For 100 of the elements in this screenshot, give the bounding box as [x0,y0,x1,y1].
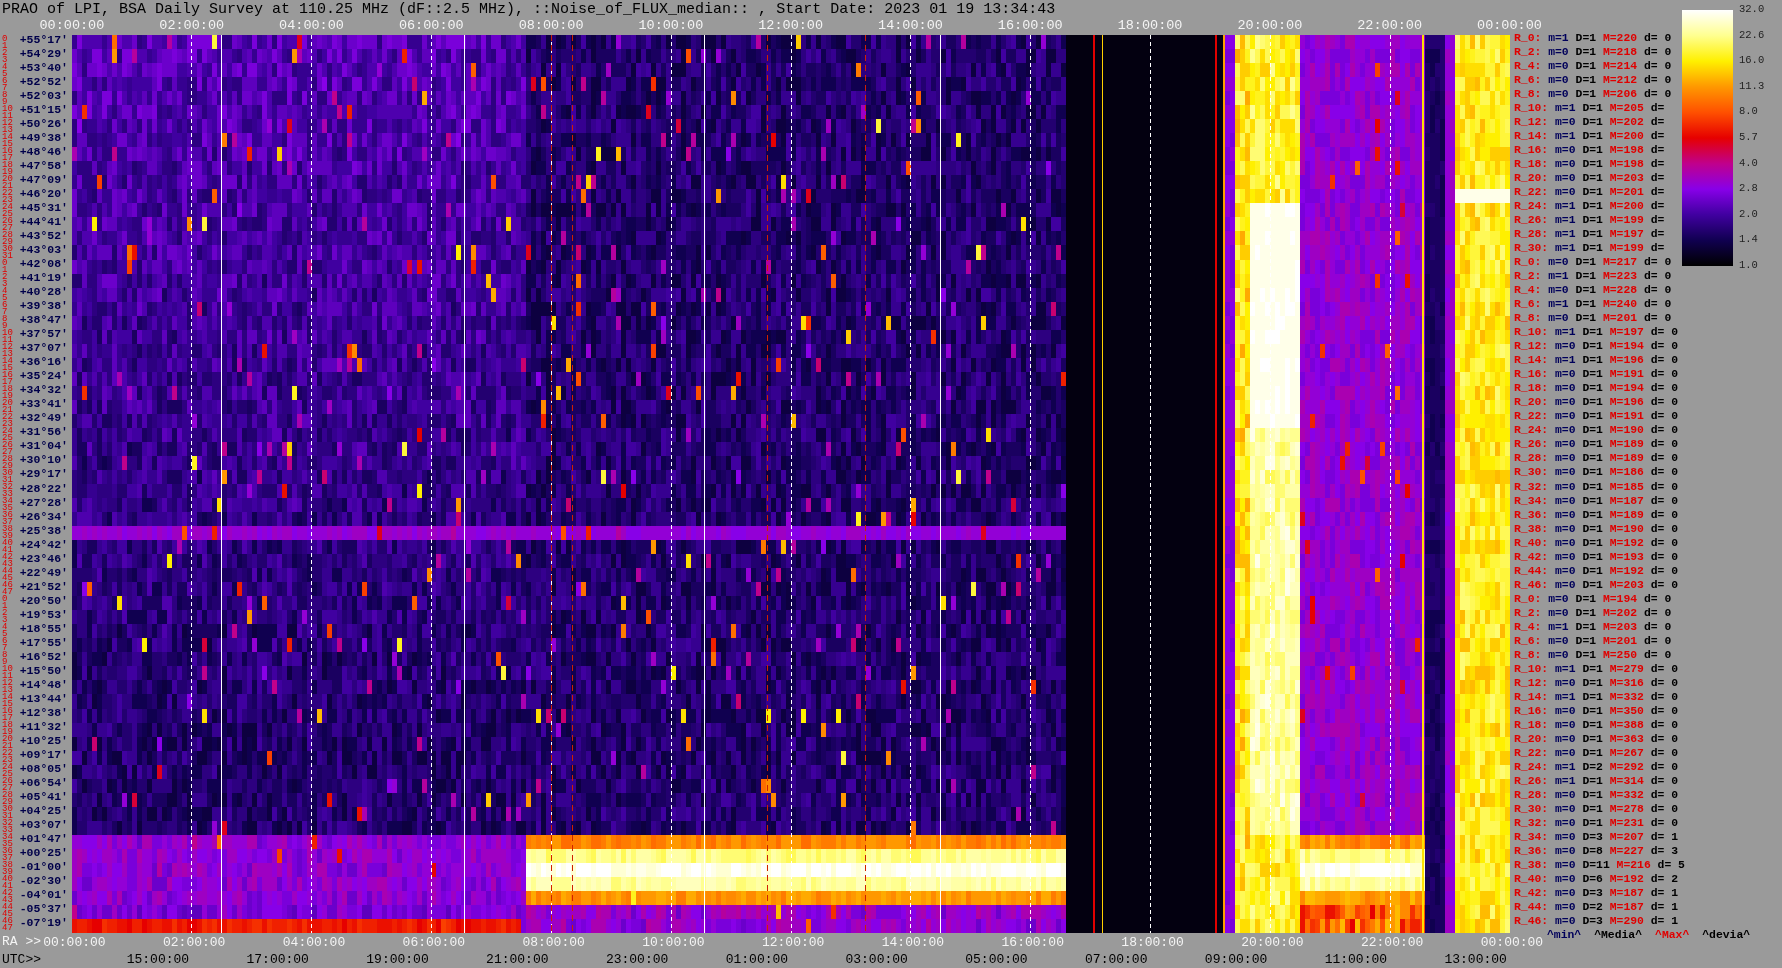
beam-number-label: 41 [1,881,13,888]
beam-number-label: 11 [1,335,13,342]
declination-label: +34°32' [19,383,68,397]
declination-label: +28°22' [19,481,68,495]
beam-number-label: 34 [1,832,13,839]
beam-stats-text: R_24: m=0 D=1 M=190 d= 0 [1514,424,1679,438]
utc-time-label: 17:00:00 [246,952,309,968]
color-scale-tick-label: 8.0 [1739,105,1759,118]
declination-label: +40°28' [19,285,68,299]
declination-label: +14°48' [19,677,68,691]
declination-label: +48°46' [19,144,68,158]
ra-time-label: 04:00:00 [279,18,344,33]
declination-label: +08°05' [19,762,68,776]
utc-time-label: 03:00:00 [845,952,908,968]
utc-time-label: 05:00:00 [965,952,1028,968]
ra-time-label: 08:00:00 [518,18,584,33]
beam-stats-text: R_20: m=0 D=1 M=203 d= [1514,171,1665,185]
stats-legend-label: ^Max^ [1655,929,1690,941]
beam-stats-text: R_24: m=1 D=1 M=200 d= [1514,199,1665,213]
declination-label: +36°16' [19,355,68,369]
declination-label: -04°01' [19,888,68,902]
beam-number-label: 5 [1,629,8,636]
beam-number-label: 12 [1,118,13,125]
beam-stats-text: R_16: m=0 D=1 M=191 d= 0 [1514,368,1679,382]
declination-label: +37°07' [19,341,68,355]
beam-number-label: 3 [1,279,8,286]
beam-number-label: 24 [1,762,13,769]
beam-number-label: 33 [1,825,13,832]
declination-label: +41°19' [19,271,68,285]
beam-stats-text: R_4: m=1 D=1 M=203 d= 0 [1514,620,1672,634]
beam-number-label: 6 [1,300,8,307]
beam-number-label: 12 [1,342,13,349]
color-scale-tick-label: 2.8 [1739,182,1759,195]
plot-title: PRAO of LPI, BSA Daily Survey at 110.25 MHz (dF::2.5 MHz), ::Noise_of_FLUX_median:: , Start Date: 2023 01 19 13:34:43 [1,1,1056,19]
declination-label: +42°08' [19,257,68,270]
beam-stats-text: R_46: m=0 D=3 M=290 d= 1 [1514,915,1679,929]
beam-number-label: 15 [1,699,13,706]
beam-stats-text: R_46: m=0 D=1 M=203 d= 0 [1514,578,1679,592]
ra-time-label: 08:00:00 [522,934,585,950]
beam-number-label: 18 [1,160,13,167]
ra-time-label: 06:00:00 [402,934,465,950]
beam-stats-text: R_6: m=1 D=1 M=240 d= 0 [1514,298,1672,312]
utc-time-label: 01:00:00 [725,952,789,968]
declination-label: +54°29' [19,46,68,60]
beam-number-label: 22 [1,412,13,419]
beam-stats-text: R_2: m=1 D=1 M=223 d= 0 [1514,270,1672,284]
declination-label: +30°10' [19,453,68,467]
beam-number-label: 27 [1,223,13,230]
beam-stats-text: R_30: m=0 D=1 M=278 d= 0 [1514,803,1679,817]
beam-stats-text: R_10: m=1 D=1 M=197 d= 0 [1514,326,1679,340]
beam-number-label: 25 [1,209,13,216]
beam-stats-text: R_6: m=0 D=1 M=212 d= 0 [1514,73,1672,87]
color-scale-tick-label: 5.7 [1739,130,1759,143]
beam-number-label: 1 [1,265,8,272]
beam-number-label: 18 [1,384,13,391]
beam-number-label: 29 [1,461,13,468]
beam-number-label: 35 [1,503,13,510]
ra-time-label: 10:00:00 [638,18,704,33]
declination-label: +49°38' [19,130,68,144]
utc-time-label: 19:00:00 [366,952,429,968]
beam-number-label: 24 [1,426,13,433]
beam-stats-text: R_28: m=0 D=1 M=189 d= 0 [1514,452,1679,466]
declination-label: +35°24' [19,369,68,383]
declination-label: +29°17' [19,467,68,481]
ra-time-label: 14:00:00 [881,934,945,950]
declination-label: +20°50' [19,593,68,607]
beam-number-label: 20 [1,174,13,181]
color-scale-tick-label: 4.0 [1739,156,1759,169]
beam-number-label: 20 [1,398,13,405]
beam-number-label: 8 [1,314,8,321]
beam-number-label: 15 [1,363,13,370]
declination-label: +32°49' [19,411,68,425]
beam-number-label: 9 [1,321,8,328]
beam-number-label: 26 [1,440,13,447]
ra-time-label: 12:00:00 [761,934,825,950]
beam-number-label: 2 [1,272,8,279]
ra-time-label: 20:00:00 [1241,934,1304,950]
beam-number-label: 16 [1,370,13,377]
beam-number-label: 6 [1,76,8,83]
beam-stats-text: R_34: m=0 D=1 M=187 d= 0 [1514,494,1679,508]
beam-number-label: 14 [1,132,13,139]
beam-stats-text: R_8: m=0 D=1 M=206 d= 0 [1514,87,1672,101]
beam-number-label: 17 [1,713,13,720]
declination-label: +00°25' [19,846,68,860]
beam-number-label: 31 [1,811,13,818]
beam-number-label: 32 [1,482,13,489]
beam-number-label: 7 [1,307,8,314]
declination-label: +31°56' [19,425,68,439]
ra-time-label: 02:00:00 [163,934,226,950]
ra-time-label: 18:00:00 [1121,934,1184,950]
beam-number-label: 29 [1,237,13,244]
beam-number-label: 21 [1,181,13,188]
beam-number-label: 37 [1,853,13,860]
beam-number-label: 25 [1,433,13,440]
declination-label: -02°30' [19,874,68,888]
beam-number-label: 0 [1,258,8,265]
ra-time-label: 12:00:00 [758,18,824,33]
beam-stats-text: R_26: m=1 D=1 M=314 d= 0 [1514,775,1679,789]
beam-stats-text: R_32: m=0 D=1 M=185 d= 0 [1514,480,1679,494]
declination-label: +55°17' [19,32,68,46]
